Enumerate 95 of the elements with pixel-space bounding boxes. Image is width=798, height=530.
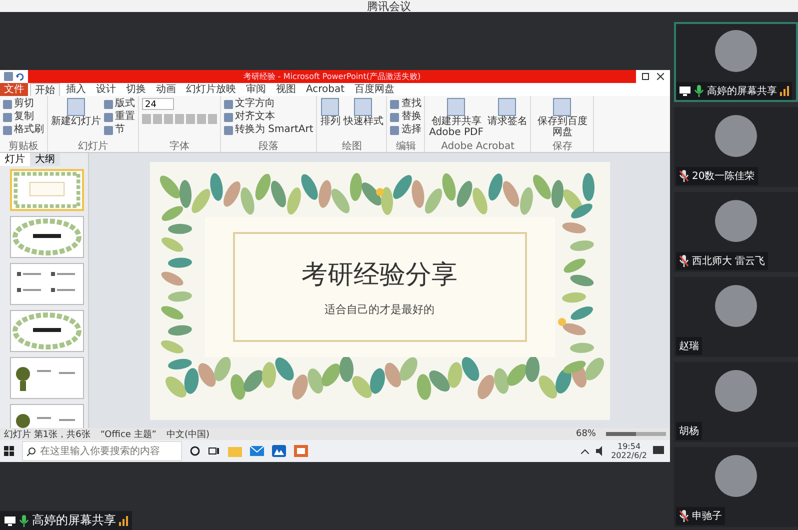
clock-date: 2022/6/2 <box>611 451 647 460</box>
restore-icon[interactable] <box>642 73 649 80</box>
app-icon[interactable] <box>272 445 286 457</box>
slide-subtitle: 适合自己的才是最好的 <box>324 302 434 316</box>
group-label: Adobe Acrobat <box>440 141 516 152</box>
search-icon <box>27 446 36 456</box>
avatar <box>715 30 757 72</box>
avatar <box>715 115 757 157</box>
muted-microphone-icon[interactable] <box>679 510 689 522</box>
app-title: 考研经验 - Microsoft PowerPoint(产品激活失败) <box>243 71 421 82</box>
clock-time: 19:54 <box>618 442 641 451</box>
participant-name: 申驰子 <box>692 510 722 523</box>
ribbon-button[interactable]: 选择 <box>390 124 422 136</box>
avatar <box>715 370 757 412</box>
avatar <box>715 285 757 327</box>
participant-tile[interactable]: 申驰子 <box>674 447 798 527</box>
ribbon-tab[interactable]: 动画 <box>152 83 180 96</box>
ribbon-button[interactable]: 文字方向 <box>224 98 314 110</box>
notification-icon[interactable] <box>653 446 664 456</box>
group-label: 绘图 <box>340 141 363 152</box>
group-label: 剪贴板 <box>8 141 40 152</box>
ribbon-tab[interactable]: 百度网盘 <box>350 83 399 96</box>
ribbon-tab[interactable]: 开始 <box>30 82 60 96</box>
ribbon-button[interactable]: 转换为 SmartArt <box>224 124 314 136</box>
ribbon-button[interactable]: 对齐文本 <box>224 111 314 123</box>
chevron-up-icon[interactable] <box>581 448 590 454</box>
slide-thumbnail[interactable] <box>10 263 84 305</box>
screen-share-icon <box>4 516 16 526</box>
window-title: 腾讯会议 <box>367 1 411 12</box>
microphone-icon[interactable] <box>694 85 704 97</box>
ribbon-button[interactable]: 查找 <box>390 98 422 110</box>
ribbon-button[interactable]: 替换 <box>390 111 422 123</box>
participant-name: 高婷的屏幕共享 <box>707 84 777 98</box>
ribbon-tab[interactable]: 切换 <box>122 83 150 96</box>
sharer-name: 高婷的屏幕共享 <box>32 512 116 529</box>
presentation-app-icon[interactable] <box>294 445 308 457</box>
panel-tab[interactable]: 大纲 <box>30 153 60 166</box>
ribbon-button[interactable]: 复制 <box>3 111 44 123</box>
ribbon-tab[interactable]: 文件 <box>0 83 28 96</box>
participant-tile[interactable]: 西北师大 雷云飞 <box>674 192 798 272</box>
close-icon[interactable] <box>657 73 664 80</box>
group-label: 幻灯片 <box>77 141 109 152</box>
circle-icon[interactable] <box>190 446 200 456</box>
ribbon-tab[interactable]: 插入 <box>62 83 90 96</box>
group-label: 编辑 <box>394 141 417 152</box>
group-label: 保存 <box>551 141 574 152</box>
group-label: 字体 <box>168 141 190 152</box>
participant-tile[interactable]: 赵瑞 <box>674 277 798 357</box>
avatar <box>715 200 757 242</box>
participant-name: 西北师大 雷云飞 <box>692 254 766 268</box>
undo-icon[interactable] <box>16 72 24 80</box>
panel-tab[interactable]: 灯片 <box>0 153 30 166</box>
muted-microphone-icon[interactable] <box>679 255 689 267</box>
zoom-slider[interactable] <box>606 432 666 436</box>
muted-microphone-icon[interactable] <box>679 170 689 182</box>
microphone-icon[interactable] <box>19 514 29 526</box>
ribbon-button[interactable]: 剪切 <box>3 98 44 110</box>
ribbon-tab[interactable]: Acrobat <box>302 83 349 96</box>
ribbon-button[interactable]: 节 <box>104 124 135 136</box>
font-size-field[interactable]: 24 <box>142 98 174 110</box>
ribbon-button[interactable]: 新建幻灯片 <box>51 98 101 127</box>
task-view-icon[interactable] <box>208 446 220 456</box>
group-label: 段落 <box>258 141 280 152</box>
ribbon-tab[interactable]: 幻灯片放映 <box>182 83 240 96</box>
zoom-level: 68% <box>576 429 596 439</box>
language: 中文(中国) <box>166 428 210 440</box>
ribbon-button[interactable]: 重置 <box>104 111 135 123</box>
participant-tile[interactable]: 20数一陈佳荣 <box>674 107 798 187</box>
ribbon-button[interactable]: 版式 <box>104 98 135 110</box>
avatar <box>715 455 757 497</box>
participant-name: 20数一陈佳荣 <box>692 170 755 183</box>
slide-title: 考研经验分享 <box>302 258 458 292</box>
ribbon-tab[interactable]: 设计 <box>92 83 120 96</box>
participant-tile[interactable]: 胡杨 <box>674 362 798 442</box>
ribbon-button[interactable]: 请求签名 <box>487 98 528 127</box>
ribbon-button[interactable]: 快速样式 <box>343 98 384 127</box>
ribbon-button[interactable]: 格式刷 <box>3 124 44 136</box>
theme-name: “Office 主题” <box>100 428 156 440</box>
ribbon-tab[interactable]: 视图 <box>272 83 300 96</box>
slide-thumbnail[interactable] <box>10 357 84 399</box>
ribbon-tab[interactable]: 审阅 <box>242 83 270 96</box>
participant-tile[interactable]: 高婷的屏幕共享 <box>674 22 798 102</box>
ribbon-button[interactable]: 保存到百度网盘 <box>534 98 590 138</box>
slide-thumbnail[interactable] <box>10 169 84 211</box>
slide-counter: 幻灯片 第1张，共6张 <box>4 428 90 440</box>
mail-icon[interactable] <box>250 445 264 457</box>
signal-icon <box>780 86 789 96</box>
participant-name: 赵瑞 <box>679 340 699 353</box>
slide-thumbnail[interactable] <box>10 310 84 352</box>
slide-thumbnail[interactable] <box>10 216 84 258</box>
ribbon-button[interactable]: 创建并共享 Adobe PDF <box>428 98 484 138</box>
windows-start-icon[interactable] <box>4 446 14 456</box>
screen-share-icon <box>679 86 691 96</box>
signal-icon <box>119 516 128 526</box>
participant-name: 胡杨 <box>679 424 699 438</box>
